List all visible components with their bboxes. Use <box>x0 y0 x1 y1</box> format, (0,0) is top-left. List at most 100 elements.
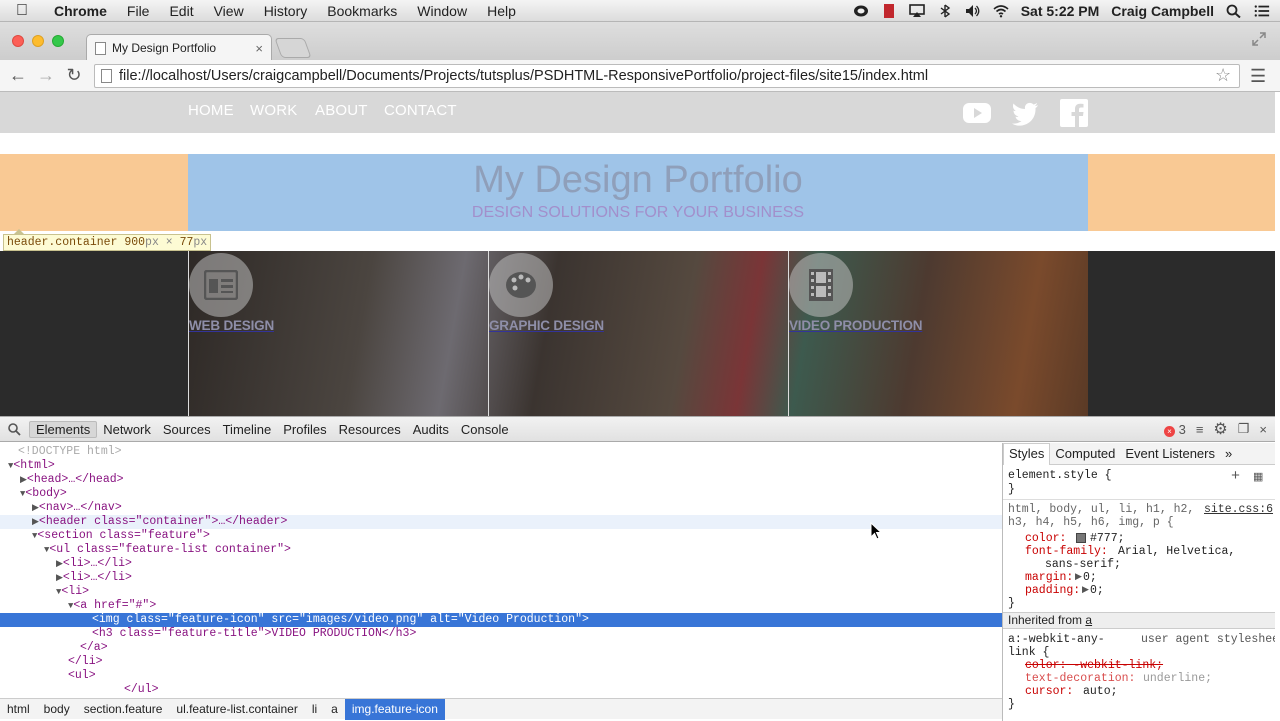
collapsed-arrow-icon[interactable]: ▶ <box>0 517 39 527</box>
apple-icon[interactable]:  <box>0 2 44 20</box>
prop-value[interactable]: #777; <box>1090 532 1125 545</box>
facebook-icon[interactable] <box>1060 99 1088 127</box>
dom-line[interactable]: ▶<li>…</li> <box>0 571 1002 585</box>
crumb-html[interactable]: html <box>0 699 37 720</box>
record-icon[interactable] <box>881 3 897 18</box>
prop-name[interactable]: padding: <box>1025 584 1080 597</box>
error-count[interactable]: × 3 <box>1163 422 1186 437</box>
site-header[interactable]: My Design Portfolio DESIGN SOLUTIONS FOR… <box>188 154 1088 231</box>
menu-help[interactable]: Help <box>477 3 526 19</box>
dom-line[interactable]: ▼<ul class="feature-list container"> <box>0 543 1002 557</box>
inherited-link[interactable]: a <box>1085 613 1092 627</box>
forward-arrow-icon[interactable]: → <box>32 65 60 86</box>
chrome-menu-icon[interactable]: ☰ <box>1250 66 1266 87</box>
window-minimize-button[interactable] <box>32 35 44 47</box>
feature-item-web-design[interactable]: WEB DESIGN <box>188 251 488 416</box>
dom-line[interactable]: ▼<section class="feature"> <box>0 529 1002 543</box>
user-name[interactable]: Craig Campbell <box>1111 3 1214 19</box>
menu-edit[interactable]: Edit <box>159 3 203 19</box>
overridden-prop[interactable]: color: -webkit-link; <box>1025 659 1163 672</box>
prop-value[interactable]: 0; <box>1090 584 1104 597</box>
inspect-search-icon[interactable] <box>8 422 21 436</box>
toggle-element-state-icon[interactable]: ▦ <box>1253 470 1263 484</box>
menu-view[interactable]: View <box>204 3 254 19</box>
tab-console[interactable]: Console <box>455 422 515 437</box>
dom-line-selected[interactable]: <img class="feature-icon" src="images/vi… <box>0 613 1002 627</box>
spotlight-search-icon[interactable] <box>1226 4 1242 18</box>
dom-line[interactable]: </a> <box>0 641 1002 655</box>
crumb-section[interactable]: section.feature <box>77 699 170 720</box>
expanded-arrow-icon[interactable]: ▼ <box>0 545 49 555</box>
dock-icon[interactable]: ❐ <box>1238 421 1250 437</box>
prop-value[interactable]: sans-serif; <box>1045 558 1121 571</box>
feature-title[interactable]: WEB DESIGN <box>189 318 274 333</box>
bookmark-star-icon[interactable]: ☆ <box>1215 65 1231 86</box>
tab-styles[interactable]: Styles <box>1003 443 1051 465</box>
tab-network[interactable]: Network <box>97 422 157 437</box>
menu-file[interactable]: File <box>117 3 160 19</box>
prop-name[interactable]: margin: <box>1025 571 1073 584</box>
feature-item-graphic-design[interactable]: GRAPHIC DESIGN <box>488 251 788 416</box>
window-close-button[interactable] <box>12 35 24 47</box>
expanded-arrow-icon[interactable]: ▼ <box>0 531 37 541</box>
dom-line-hovered[interactable]: ▶<header class="container">…</header> <box>0 515 1002 529</box>
prop-value[interactable]: underline; <box>1143 672 1212 685</box>
dom-line[interactable]: <!DOCTYPE html> <box>0 445 1002 459</box>
nav-home[interactable]: HOME <box>188 102 234 119</box>
tab-close-icon[interactable]: × <box>255 41 263 56</box>
creative-cloud-icon[interactable] <box>853 4 869 18</box>
address-bar[interactable]: file://localhost/Users/craigcampbell/Doc… <box>94 64 1240 88</box>
dom-line[interactable]: ▼<a href="#"> <box>0 599 1002 613</box>
source-link[interactable]: site.css:6 <box>1204 503 1273 516</box>
expanded-arrow-icon[interactable]: ▼ <box>0 489 25 499</box>
prop-name[interactable]: cursor: <box>1025 685 1073 698</box>
add-rule-icon[interactable]: + <box>1231 468 1240 485</box>
dom-line[interactable]: ▶<head>…</head> <box>0 473 1002 487</box>
dom-line[interactable]: ▼<html> <box>0 459 1002 473</box>
clock[interactable]: Sat 5:22 PM <box>1021 3 1100 19</box>
collapsed-arrow-icon[interactable]: ▶ <box>0 573 63 583</box>
feature-title[interactable]: GRAPHIC DESIGN <box>489 318 604 333</box>
collapsed-arrow-icon[interactable]: ▶ <box>0 559 63 569</box>
prop-value[interactable]: auto; <box>1083 685 1118 698</box>
menu-window[interactable]: Window <box>407 3 477 19</box>
dom-line[interactable]: </li> <box>0 655 1002 669</box>
browser-tab[interactable]: My Design Portfolio × <box>86 34 272 61</box>
expanded-arrow-icon[interactable]: ▼ <box>0 601 73 611</box>
feature-item-video-production[interactable]: VIDEO PRODUCTION <box>788 251 1088 416</box>
dom-line[interactable]: <h3 class="feature-title">VIDEO PRODUCTI… <box>0 627 1002 641</box>
settings-gear-icon[interactable]: ⚙ <box>1213 419 1227 439</box>
feature-title[interactable]: VIDEO PRODUCTION <box>789 318 923 333</box>
wifi-icon[interactable] <box>993 4 1009 18</box>
reload-icon[interactable]: ↻ <box>60 65 88 86</box>
prop-name[interactable]: text-decoration: <box>1025 672 1135 685</box>
crumb-li[interactable]: li <box>305 699 324 720</box>
nav-work[interactable]: WORK <box>250 102 297 119</box>
crumb-img[interactable]: img.feature-icon <box>344 698 445 720</box>
expand-arrow-icon[interactable]: ▶ <box>1082 584 1089 597</box>
new-tab-button[interactable] <box>274 38 312 58</box>
crumb-body[interactable]: body <box>37 699 77 720</box>
dom-line[interactable]: ▼<body> <box>0 487 1002 501</box>
prop-value[interactable]: 0; <box>1083 571 1097 584</box>
dom-line[interactable]: <ul> <box>0 669 1002 683</box>
dom-line[interactable]: ▼<li> <box>0 585 1002 599</box>
expand-arrow-icon[interactable]: ▶ <box>1075 571 1082 584</box>
tab-elements[interactable]: Elements <box>29 420 98 438</box>
tab-computed[interactable]: Computed <box>1050 446 1120 461</box>
bluetooth-icon[interactable] <box>937 3 953 18</box>
dom-line[interactable]: ▶<nav>…</nav> <box>0 501 1002 515</box>
tab-timeline[interactable]: Timeline <box>217 422 278 437</box>
nav-contact[interactable]: CONTACT <box>384 102 457 119</box>
tab-sources[interactable]: Sources <box>157 422 217 437</box>
fullscreen-icon[interactable] <box>1252 32 1266 46</box>
youtube-icon[interactable] <box>963 99 991 127</box>
prop-name[interactable]: font-family: <box>1025 545 1108 558</box>
collapsed-arrow-icon[interactable]: ▶ <box>0 475 27 485</box>
expanded-arrow-icon[interactable]: ▼ <box>0 461 13 471</box>
back-arrow-icon[interactable]: ← <box>4 65 32 86</box>
tab-audits[interactable]: Audits <box>407 422 455 437</box>
tab-event-listeners[interactable]: Event Listeners <box>1120 446 1220 461</box>
menu-app-chrome[interactable]: Chrome <box>44 3 117 19</box>
crumb-a[interactable]: a <box>324 699 345 720</box>
